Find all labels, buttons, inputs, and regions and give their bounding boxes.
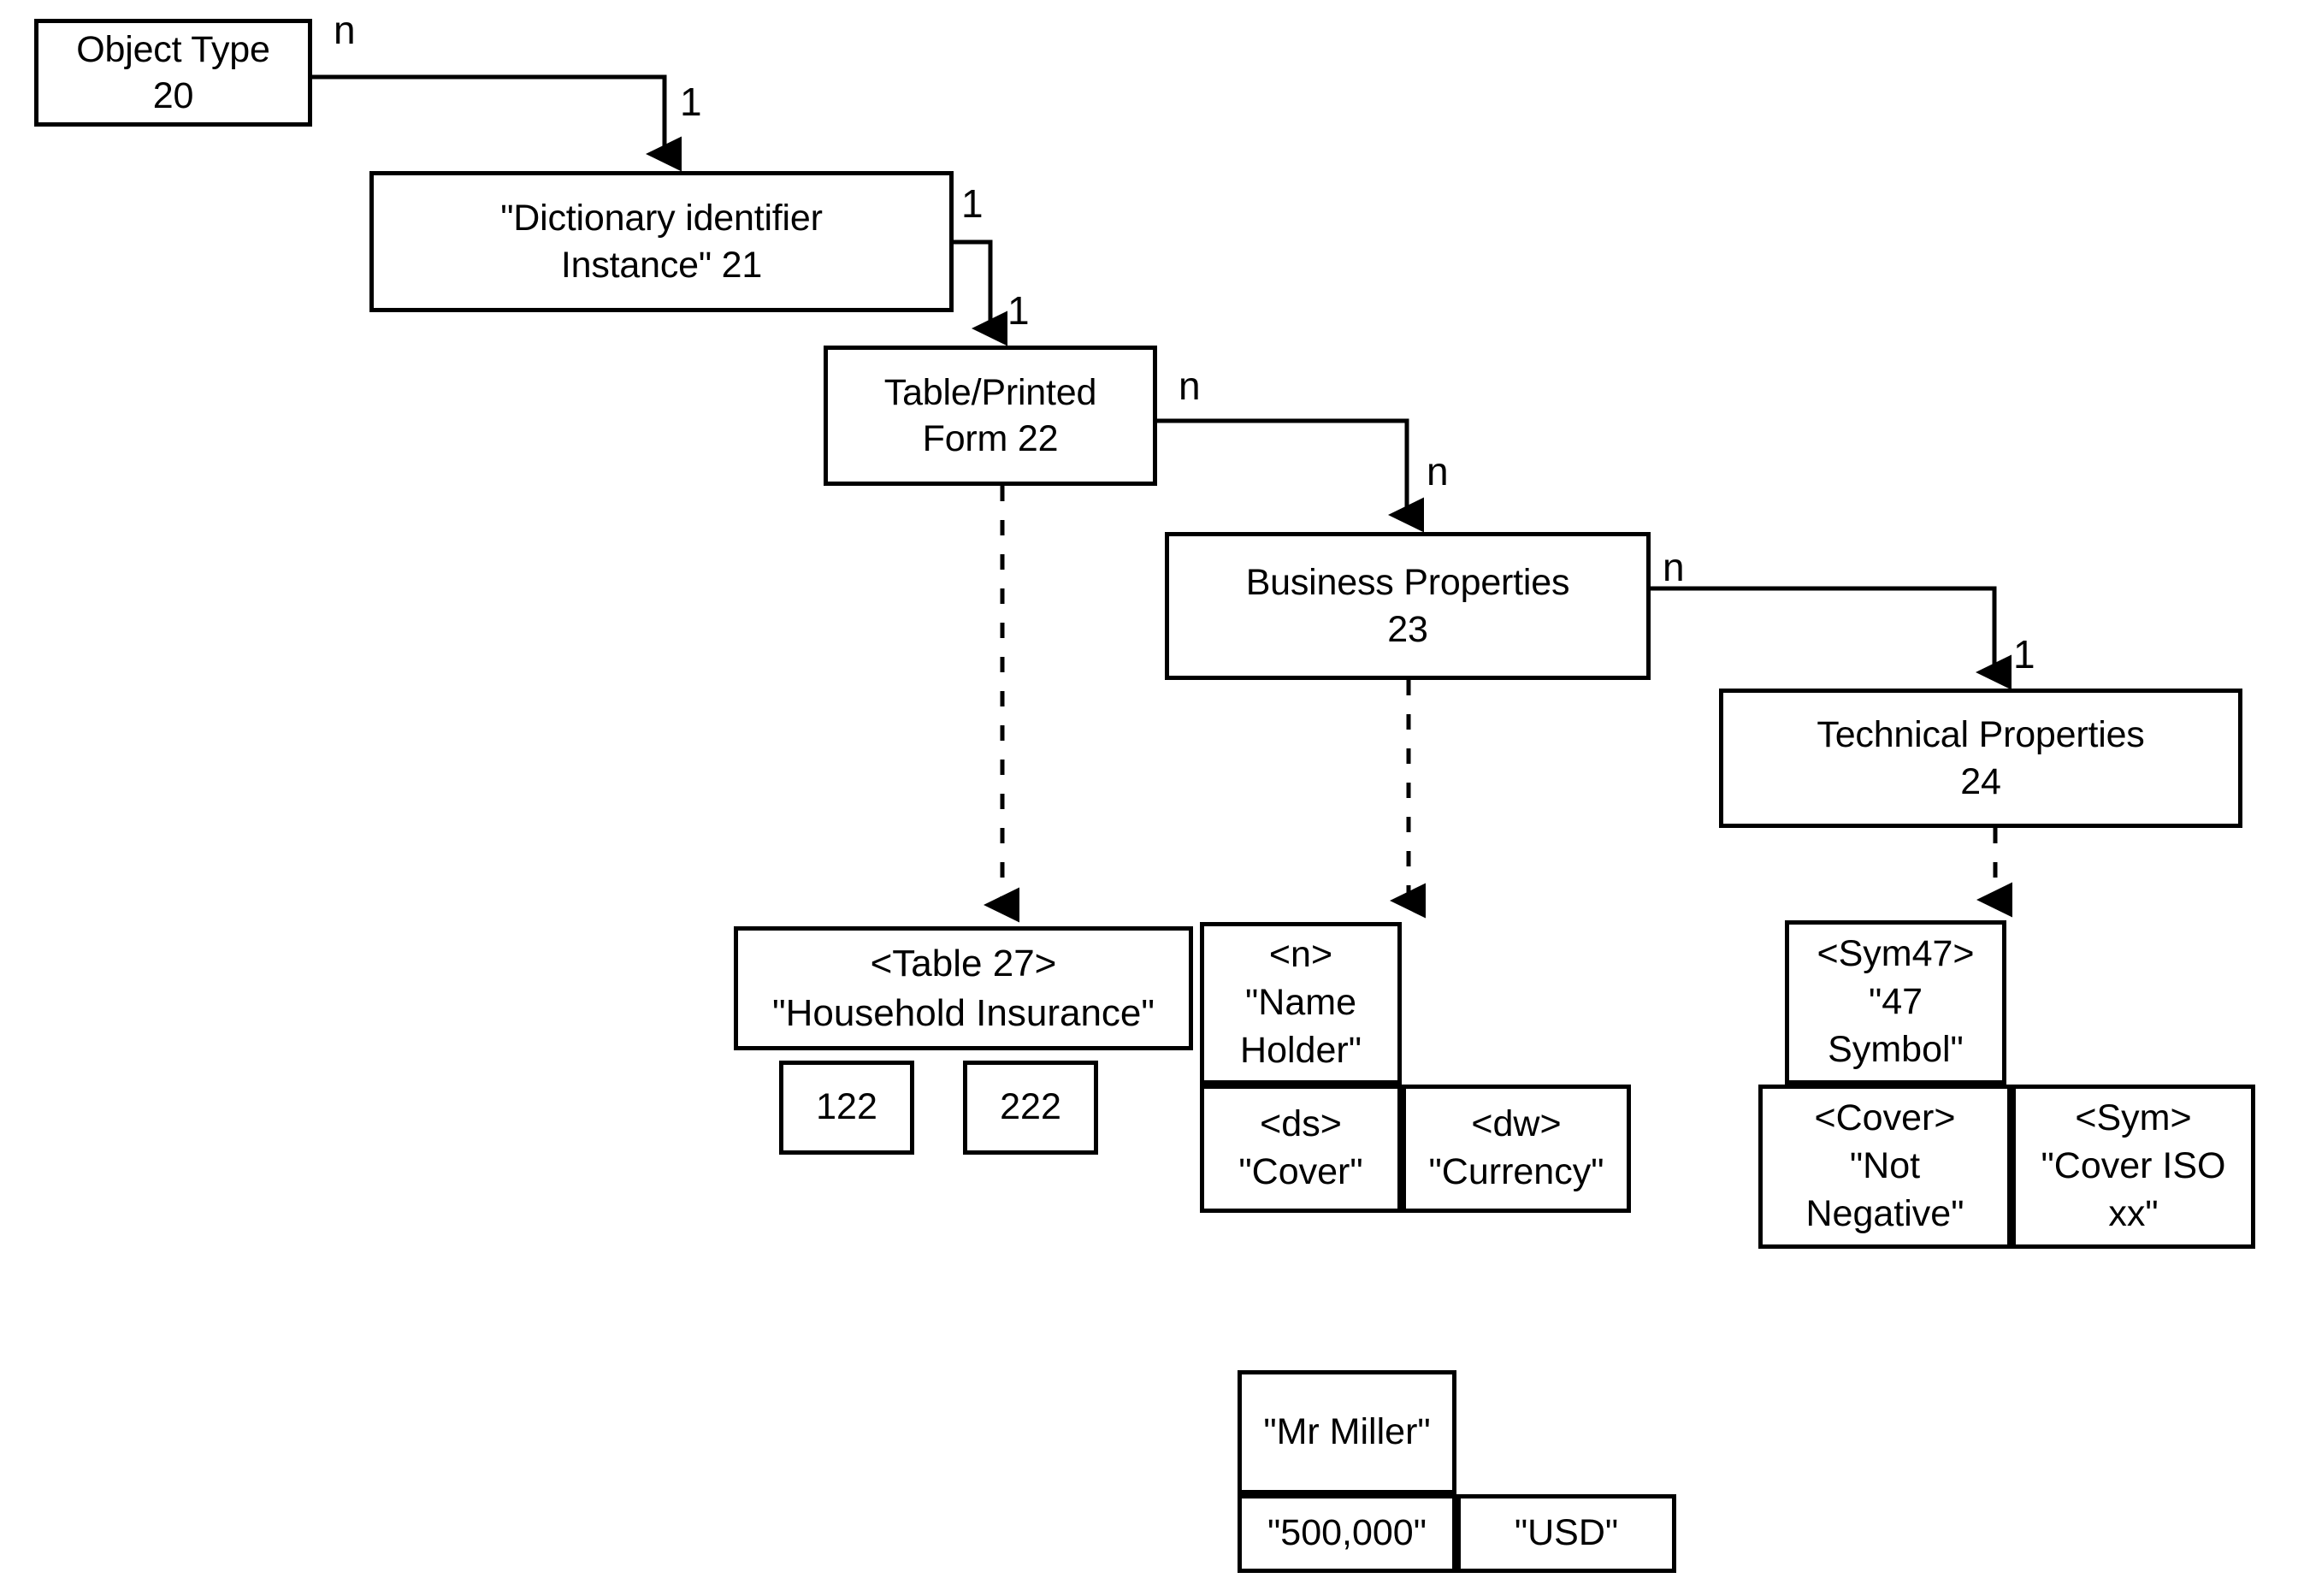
instance-table27-cell-1-label: 122: [816, 1086, 877, 1128]
edge-business-to-technical: [1651, 586, 2012, 690]
cardinality-dictionary-out: 1: [961, 181, 984, 226]
node-technical-properties-label: Technical Properties 24: [1817, 714, 2145, 802]
instance-name-holder-cell-2-label: <dw> "Currency": [1428, 1103, 1604, 1192]
instance-table27-cell-2-label: 222: [1000, 1086, 1061, 1128]
instance-sym47-cell-2-label: <Sym> "Cover ISO xx": [2041, 1097, 2226, 1234]
node-table-printed-form[interactable]: Table/Printed Form 22: [824, 346, 1157, 486]
instance-values-header[interactable]: "Mr Miller": [1238, 1370, 1456, 1494]
edge-table-form-to-business: [1157, 418, 1425, 533]
instance-name-holder-cell-1[interactable]: <ds> "Cover": [1200, 1085, 1402, 1213]
node-object-type-label: Object Type 20: [76, 28, 270, 116]
node-table-printed-form-label: Table/Printed Form 22: [883, 371, 1097, 459]
node-technical-properties[interactable]: Technical Properties 24: [1719, 689, 2242, 828]
cardinality-table-form-in: 1: [1007, 288, 1030, 333]
node-object-type[interactable]: Object Type 20: [34, 19, 312, 127]
instance-sym47-header-label: <Sym47> "47 Symbol": [1817, 933, 1975, 1070]
instance-name-holder-header-label: <n> "Name Holder": [1240, 934, 1362, 1071]
instance-name-holder-cell-2[interactable]: <dw> "Currency": [1402, 1085, 1631, 1213]
cardinality-technical-in: 1: [2013, 632, 2035, 677]
instance-name-holder-header[interactable]: <n> "Name Holder": [1200, 922, 1402, 1085]
instance-sym47-header[interactable]: <Sym47> "47 Symbol": [1785, 920, 2006, 1085]
diagram-canvas: Object Type 20 "Dictionary identifier In…: [0, 0, 2304, 1596]
instance-name-holder-cell-1-label: <ds> "Cover": [1238, 1103, 1363, 1192]
edge-object-type-to-dictionary: [312, 74, 682, 172]
instance-values-cell-1-label: "500,000": [1267, 1512, 1427, 1554]
instance-sym47-cell-1[interactable]: <Cover> "Not Negative": [1758, 1085, 2012, 1249]
instance-table27-cell-1[interactable]: 122: [779, 1061, 914, 1155]
node-dictionary-identifier-instance[interactable]: "Dictionary identifier Instance" 21: [369, 171, 954, 312]
instance-values-cell-2-label: "USD": [1514, 1512, 1619, 1554]
instance-values-cell-2[interactable]: "USD": [1456, 1494, 1676, 1573]
instance-table27-header-label: <Table 27> "Household Insurance": [771, 943, 1155, 1034]
node-business-properties[interactable]: Business Properties 23: [1165, 532, 1651, 680]
instance-sym47-cell-2[interactable]: <Sym> "Cover ISO xx": [2012, 1085, 2255, 1249]
cardinality-business-in: n: [1427, 449, 1449, 494]
cardinality-dictionary-in: 1: [680, 80, 702, 124]
cardinality-object-type-out: n: [334, 8, 356, 52]
node-business-properties-label: Business Properties 23: [1245, 562, 1570, 650]
instance-table27-cell-2[interactable]: 222: [963, 1061, 1098, 1155]
cardinality-table-form-out: n: [1179, 364, 1201, 408]
cardinality-business-out: n: [1663, 545, 1685, 589]
edge-dictionary-to-table-form: [954, 239, 1008, 346]
instance-values-header-label: "Mr Miller": [1263, 1410, 1431, 1452]
instance-values-cell-1[interactable]: "500,000": [1238, 1494, 1456, 1573]
instance-table27-header[interactable]: <Table 27> "Household Insurance": [734, 926, 1193, 1050]
node-dictionary-identifier-instance-label: "Dictionary identifier Instance" 21: [500, 198, 823, 286]
instance-sym47-cell-1-label: <Cover> "Not Negative": [1805, 1097, 1964, 1234]
